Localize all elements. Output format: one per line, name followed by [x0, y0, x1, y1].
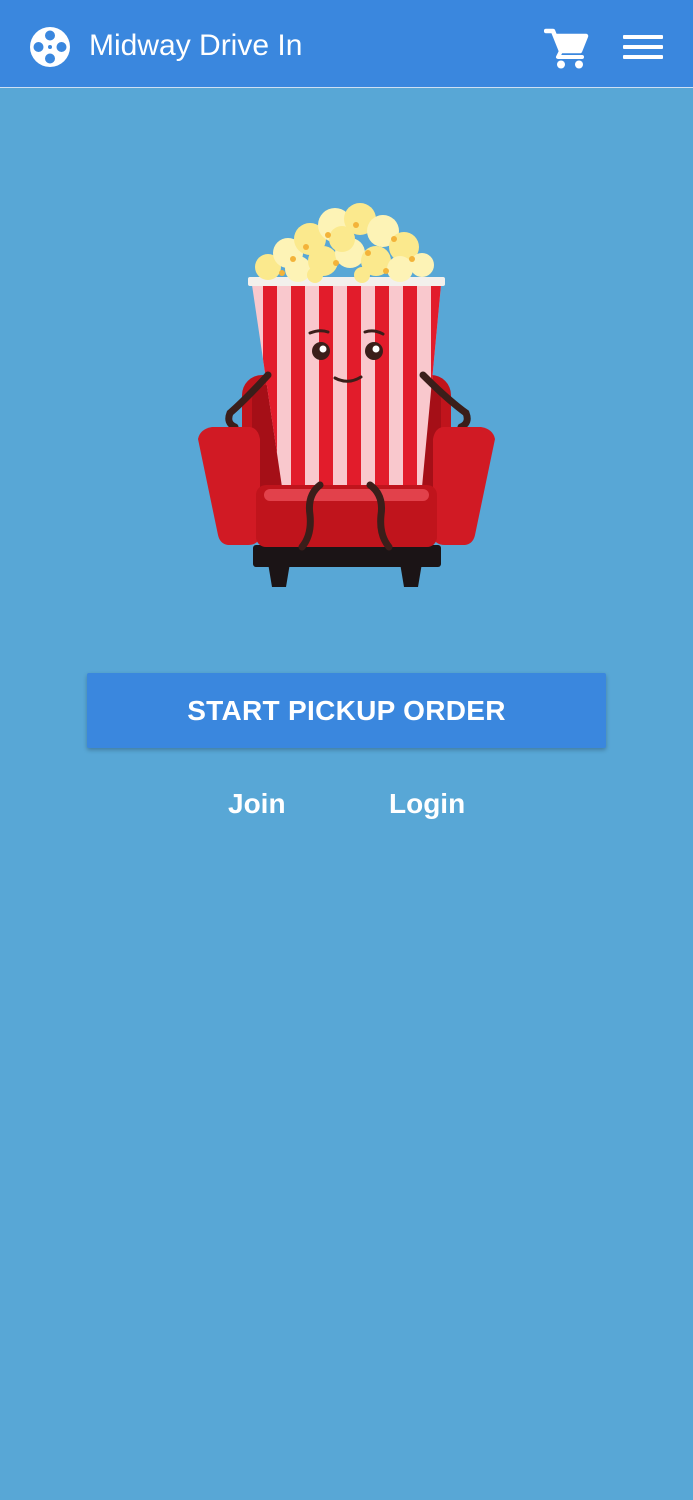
login-link[interactable]: Login — [389, 786, 465, 822]
start-pickup-order-button[interactable]: START PICKUP ORDER — [87, 673, 606, 748]
hamburger-menu-icon[interactable] — [621, 30, 665, 64]
popcorn-armchair-illustration — [198, 203, 495, 587]
shopping-cart-icon[interactable] — [544, 26, 590, 70]
app-title: Midway Drive In — [89, 29, 303, 62]
film-reel-icon — [30, 27, 70, 67]
app-bar: Midway Drive In — [0, 0, 693, 88]
join-link[interactable]: Join — [228, 786, 286, 822]
